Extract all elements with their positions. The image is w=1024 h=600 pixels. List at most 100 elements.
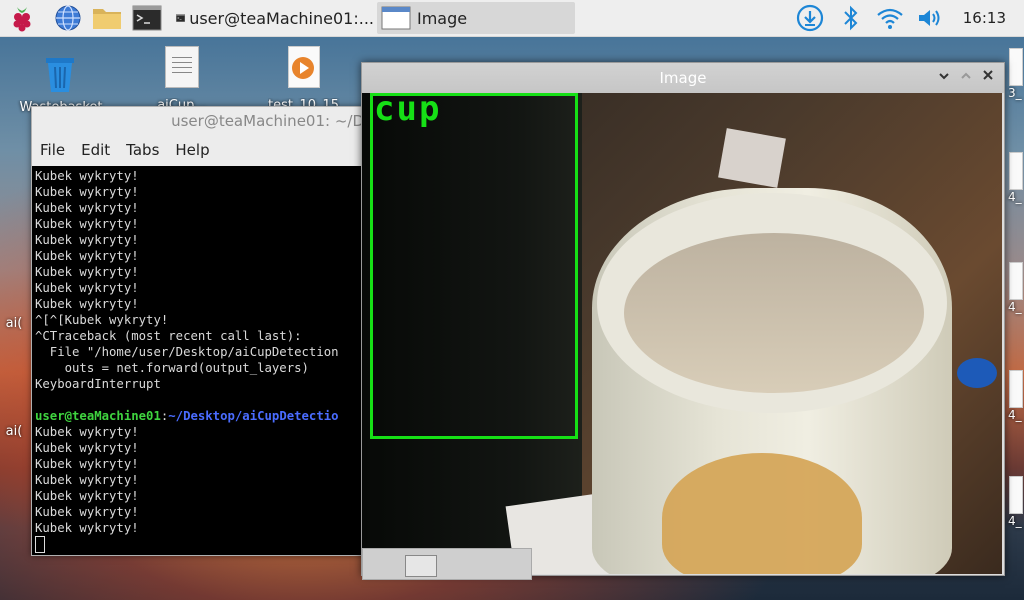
minimize-button[interactable] bbox=[936, 63, 952, 93]
desktop-icon-fragment[interactable]: 3_ bbox=[1008, 48, 1024, 100]
wifi-icon bbox=[877, 8, 903, 29]
background-window-fragment[interactable] bbox=[362, 548, 532, 580]
terminal-line: KeyboardInterrupt bbox=[35, 377, 161, 391]
menu-edit[interactable]: Edit bbox=[81, 141, 110, 159]
terminal-line: File "/home/user/Desktop/aiCupDetection bbox=[35, 345, 339, 359]
updater-button[interactable] bbox=[796, 4, 824, 32]
desktop-icon-label: 4_ bbox=[1008, 300, 1022, 314]
desktop-icon-fragment[interactable]: 4_ bbox=[1008, 370, 1024, 422]
desktop-icon-fragment[interactable]: 4_ bbox=[1008, 476, 1024, 528]
desktop-icon-label: 4_ bbox=[1008, 514, 1022, 528]
volume-icon bbox=[919, 10, 940, 26]
clock[interactable]: 16:13 bbox=[963, 0, 1006, 36]
video-file-icon bbox=[1009, 48, 1023, 86]
window-button[interactable] bbox=[449, 555, 479, 575]
folder-icon bbox=[93, 9, 121, 29]
detection-bounding-box bbox=[370, 93, 578, 439]
mug-contents bbox=[624, 233, 924, 393]
web-browser-button[interactable] bbox=[52, 2, 84, 34]
detection-label: cup bbox=[374, 93, 442, 129]
terminal-line bbox=[35, 536, 372, 554]
raspberry-icon bbox=[13, 7, 31, 32]
desktop-icon-video[interactable]: test_10_15_1... bbox=[268, 46, 340, 113]
image-window[interactable]: Image cup bbox=[361, 62, 1005, 576]
maximize-button[interactable] bbox=[958, 63, 974, 93]
window-titlebar[interactable]: Image bbox=[362, 63, 1004, 93]
taskbar-item-terminal[interactable]: user@teaMachine01:... bbox=[174, 2, 374, 34]
terminal-line: Kubek wykryty! bbox=[35, 185, 139, 199]
chevron-up-icon bbox=[961, 72, 971, 79]
desktop-icon-fragment[interactable]: 4_ bbox=[1008, 262, 1024, 314]
desktop-icon-label: 3_ bbox=[1008, 86, 1022, 100]
terminal-line: ^CTraceback (most recent call last): bbox=[35, 329, 302, 343]
window-icon bbox=[381, 6, 411, 30]
taskbar-item-image[interactable]: Image bbox=[377, 2, 575, 34]
prompt-path: ~/Desktop/aiCupDetectio bbox=[168, 409, 339, 423]
terminal-line: Kubek wykryty! bbox=[35, 489, 139, 503]
mug-heart-print bbox=[662, 453, 862, 574]
taskbar-item-label: Image bbox=[417, 8, 468, 28]
terminal-line: Kubek wykryty! bbox=[35, 217, 139, 231]
terminal-line: Kubek wykryty! bbox=[35, 521, 139, 535]
chevron-down-icon bbox=[939, 73, 949, 80]
menu-tabs[interactable]: Tabs bbox=[126, 141, 159, 159]
terminal-line: Kubek wykryty! bbox=[35, 169, 139, 183]
blue-cap bbox=[957, 358, 997, 388]
top-panel: user@teaMachine01:... Image 16:13 bbox=[0, 0, 1024, 37]
background-object bbox=[718, 128, 786, 188]
camera-frame: cup bbox=[362, 93, 1002, 574]
close-button[interactable] bbox=[980, 63, 996, 93]
download-icon bbox=[796, 4, 824, 32]
window-controls bbox=[936, 63, 996, 93]
terminal-line: Kubek wykryty! bbox=[35, 201, 139, 215]
menu-help[interactable]: Help bbox=[175, 141, 209, 159]
text-cursor bbox=[35, 536, 45, 553]
video-file-icon bbox=[1009, 370, 1023, 408]
bluetooth-button[interactable] bbox=[837, 4, 865, 32]
terminal-launcher-button[interactable] bbox=[130, 2, 164, 34]
terminal-line: Kubek wykryty! bbox=[35, 457, 139, 471]
desktop-icon-fragment[interactable]: 4_ bbox=[1008, 152, 1024, 204]
window-title: Image bbox=[659, 69, 707, 87]
raspberry-menu-button[interactable] bbox=[6, 2, 38, 34]
menu-file[interactable]: File bbox=[40, 141, 65, 159]
terminal-line: Kubek wykryty! bbox=[35, 425, 139, 439]
terminal-output[interactable]: Kubek wykryty! Kubek wykryty! Kubek wykr… bbox=[32, 166, 372, 555]
terminal-line: outs = net.forward(output_layers) bbox=[35, 361, 309, 375]
terminal-line: Kubek wykryty! bbox=[35, 297, 139, 311]
terminal-prompt: user@teaMachine01:~/Desktop/aiCupDetecti… bbox=[35, 408, 372, 424]
terminal-icon bbox=[176, 14, 186, 22]
terminal-line: Kubek wykryty! bbox=[35, 265, 139, 279]
menu-bar: File Edit Tabs Help bbox=[32, 135, 372, 165]
terminal-line: Kubek wykryty! bbox=[35, 233, 139, 247]
close-icon bbox=[983, 70, 993, 80]
terminal-line: Kubek wykryty! bbox=[35, 505, 139, 519]
wifi-button[interactable] bbox=[876, 4, 904, 32]
terminal-line: Kubek wykryty! bbox=[35, 281, 139, 295]
video-file-icon bbox=[288, 46, 320, 88]
terminal-icon bbox=[132, 5, 162, 31]
window-button[interactable] bbox=[405, 555, 437, 577]
document-icon bbox=[165, 46, 199, 88]
terminal-line: Kubek wykryty! bbox=[35, 249, 139, 263]
volume-button[interactable] bbox=[916, 4, 944, 32]
video-file-icon bbox=[1009, 476, 1023, 514]
video-file-icon bbox=[1009, 152, 1023, 190]
desktop-icon-label: 4_ bbox=[1008, 190, 1022, 204]
desktop-icon-label: 4_ bbox=[1008, 408, 1022, 422]
prompt-user: user@teaMachine01 bbox=[35, 409, 161, 423]
terminal-line: Kubek wykryty! bbox=[35, 473, 139, 487]
file-manager-button[interactable] bbox=[90, 2, 124, 34]
video-file-icon bbox=[1009, 262, 1023, 300]
desktop-icon-wastebasket[interactable]: Wastebasket bbox=[19, 50, 103, 115]
terminal-line: Kubek wykryty! bbox=[35, 441, 139, 455]
trash-icon bbox=[46, 58, 74, 92]
desktop-icon-document[interactable]: aiCup... bbox=[146, 46, 218, 113]
taskbar-item-label: user@teaMachine01:... bbox=[189, 8, 374, 28]
terminal-line: ^[^[Kubek wykryty! bbox=[35, 313, 169, 327]
globe-icon bbox=[55, 5, 81, 31]
terminal-window[interactable]: user@teaMachine01: ~/D File Edit Tabs He… bbox=[31, 106, 373, 556]
window-title[interactable]: user@teaMachine01: ~/D bbox=[32, 107, 372, 135]
bluetooth-icon bbox=[844, 5, 858, 31]
